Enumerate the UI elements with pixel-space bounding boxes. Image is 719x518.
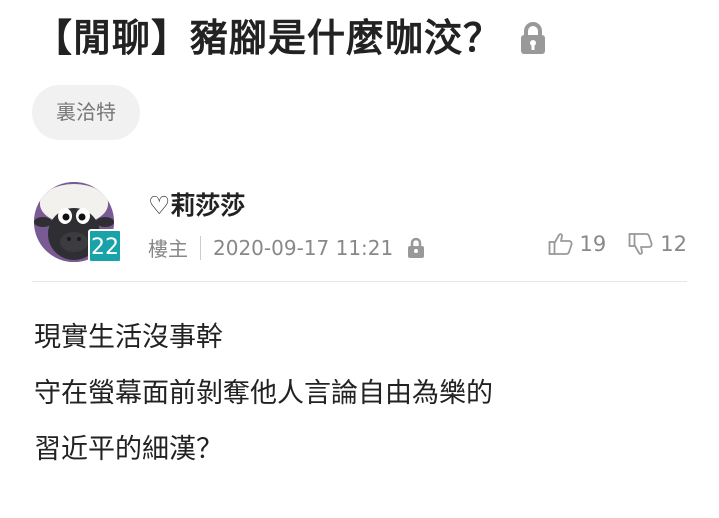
level-badge: 22	[88, 229, 122, 263]
content-line: 守在螢幕面前剝奪他人言論自由為樂的	[34, 378, 493, 409]
post-timestamp: 2020-09-17 11:21	[213, 235, 394, 260]
post-meta: 樓主 2020-09-17 11:21	[148, 233, 425, 262]
lock-icon	[518, 21, 548, 55]
content-line: 習近平的細漢？	[34, 434, 223, 465]
dislike-count: 12	[660, 232, 687, 256]
dislike-button[interactable]: 12	[628, 232, 687, 256]
vote-bar: 19 12	[548, 232, 687, 256]
author-role: 樓主	[148, 237, 188, 261]
section-divider	[32, 281, 687, 282]
thumbs-up-icon	[548, 232, 574, 256]
meta-divider	[200, 235, 201, 260]
title-row: 【閒聊】豬腳是什麼咖洨？	[34, 8, 548, 68]
like-count: 19	[579, 232, 607, 256]
post-content: 現實生活沒事幹 守在螢幕面前剝奪他人言論自由為樂的 習近平的細漢？	[34, 310, 684, 478]
post-title: 【閒聊】豬腳是什麼咖洨？	[34, 16, 503, 60]
board-tag-chip[interactable]: 裏洽特	[32, 85, 140, 140]
like-button[interactable]: 19	[548, 232, 607, 256]
content-line: 現實生活沒事幹	[34, 322, 223, 353]
thumbs-down-icon	[628, 232, 654, 256]
author-name[interactable]: ♡莉莎莎	[148, 186, 245, 222]
lock-icon	[407, 237, 425, 259]
